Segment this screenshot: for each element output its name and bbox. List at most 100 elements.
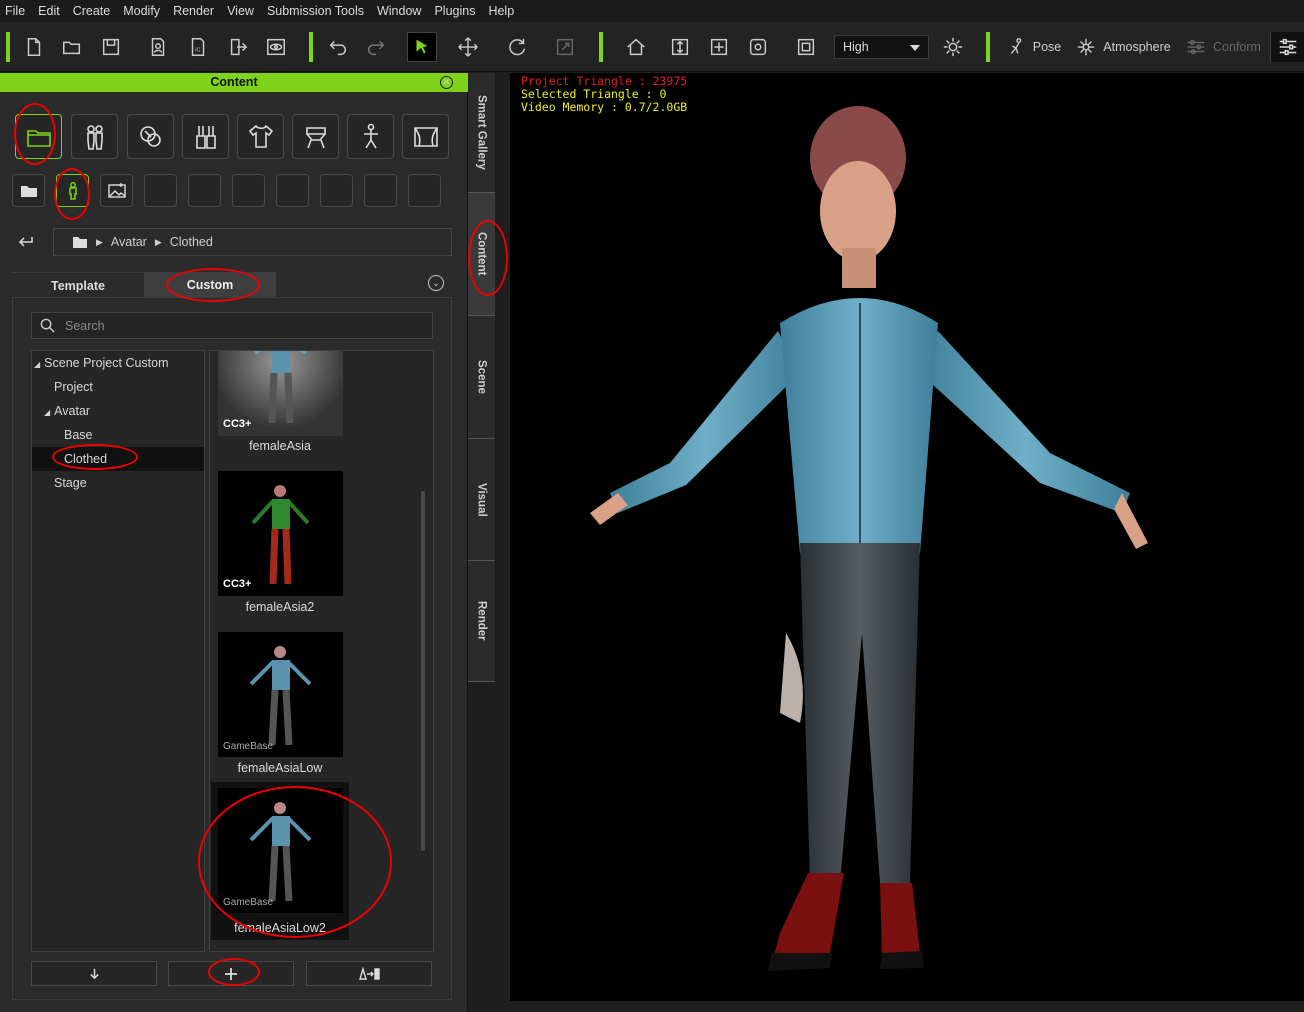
view-mode-icon[interactable] xyxy=(786,32,826,62)
empty-slot-6[interactable] xyxy=(364,174,397,207)
grid-scrollbar[interactable] xyxy=(421,491,425,851)
tab-scene[interactable]: Scene xyxy=(468,316,495,439)
tab-label: Visual xyxy=(475,482,488,517)
move-tool-icon[interactable] xyxy=(450,32,486,62)
folder-icon xyxy=(73,237,87,248)
svg-text:iC: iC xyxy=(195,48,200,54)
scale-tool-icon[interactable] xyxy=(553,32,577,62)
motion-category-icon[interactable] xyxy=(347,114,394,159)
empty-slot-1[interactable] xyxy=(144,174,177,207)
undo-icon[interactable] xyxy=(326,32,350,62)
menu-window[interactable]: Window xyxy=(372,4,429,18)
light-icon[interactable] xyxy=(941,32,965,62)
tree-item-project[interactable]: Project xyxy=(32,375,204,399)
chevron-down-icon[interactable]: ⌄ xyxy=(428,275,444,291)
expand-icon: ◢ xyxy=(34,360,41,369)
export-icon[interactable] xyxy=(226,32,250,62)
breadcrumb-avatar[interactable]: Avatar xyxy=(111,235,147,249)
character-model xyxy=(590,106,1148,971)
quality-dropdown[interactable]: High xyxy=(834,35,929,59)
empty-slot-7[interactable] xyxy=(408,174,441,207)
image-subcategory-icon[interactable] xyxy=(100,174,133,207)
open-folder-icon[interactable] xyxy=(60,32,84,62)
conform-label: Conform xyxy=(1213,40,1261,54)
annotation-circle xyxy=(52,444,138,470)
empty-slot-5[interactable] xyxy=(320,174,353,207)
annotation-circle xyxy=(14,103,56,165)
settings-sliders-icon[interactable] xyxy=(1270,32,1304,62)
pose-button[interactable]: Pose xyxy=(1003,32,1063,62)
3d-viewport[interactable]: Project Triangle : 23975 Selected Triang… xyxy=(510,73,1304,1001)
avatar-category-icon[interactable] xyxy=(71,114,118,159)
annotation-circle xyxy=(468,220,508,296)
folder-tree: ◢ Scene Project Custom Project ◢ Avatar Ba… xyxy=(31,350,205,952)
redo-icon[interactable] xyxy=(364,32,388,62)
tree-item-scene-project-custom[interactable]: ◢ Scene Project Custom xyxy=(32,351,204,375)
scene-category-icon[interactable] xyxy=(402,114,449,159)
export-ic-icon[interactable]: iC xyxy=(186,32,210,62)
orbit-icon[interactable] xyxy=(746,32,770,62)
panel-title: Content xyxy=(0,73,468,92)
export-avatar-icon[interactable] xyxy=(146,32,170,62)
rotate-tool-icon[interactable] xyxy=(500,32,536,62)
empty-slot-3[interactable] xyxy=(232,174,265,207)
home-camera-icon[interactable] xyxy=(616,32,656,62)
atmosphere-button[interactable]: Atmosphere xyxy=(1075,32,1171,62)
menu-help[interactable]: Help xyxy=(483,4,522,18)
search-icon xyxy=(40,318,55,333)
tab-visual[interactable]: Visual xyxy=(468,439,495,561)
item-label: femaleAsia2 xyxy=(245,600,315,614)
back-arrow-icon[interactable] xyxy=(18,233,36,251)
tree-item-stage[interactable]: Stage xyxy=(32,471,204,495)
tab-render[interactable]: Render xyxy=(468,561,495,682)
menu-submission-tools[interactable]: Submission Tools xyxy=(262,4,372,18)
thumb-badge: CC3+ xyxy=(223,578,252,590)
tab-template[interactable]: Template xyxy=(12,272,144,297)
thumbnail-femaleasia[interactable]: CC3+ xyxy=(218,351,343,436)
fit-height-icon[interactable] xyxy=(668,32,692,62)
accessory-category-icon[interactable] xyxy=(182,114,229,159)
menu-create[interactable]: Create xyxy=(68,4,119,18)
material-category-icon[interactable] xyxy=(127,114,174,159)
menu-render[interactable]: Render xyxy=(168,4,222,18)
menu-file[interactable]: File xyxy=(0,4,33,18)
save-icon[interactable] xyxy=(99,32,123,62)
empty-slot-2[interactable] xyxy=(188,174,221,207)
download-button[interactable] xyxy=(31,961,157,986)
new-file-icon[interactable] xyxy=(22,32,46,62)
expand-icon: ◢ xyxy=(44,408,51,417)
fit-all-icon[interactable] xyxy=(707,32,731,62)
pose-label: Pose xyxy=(1032,40,1062,54)
search-input[interactable]: Search xyxy=(31,312,433,339)
annotation-circle xyxy=(208,958,260,986)
annotation-circle xyxy=(198,786,392,938)
menu-view[interactable]: View xyxy=(222,4,262,18)
tree-item-base[interactable]: Base xyxy=(32,423,204,447)
thumb-badge: GameBase xyxy=(223,741,274,752)
select-tool-icon[interactable] xyxy=(407,32,437,62)
thumbnail-femaleasia2[interactable]: CC3+ xyxy=(218,471,343,596)
tab-label: Render xyxy=(475,601,488,641)
breadcrumb-clothed[interactable]: Clothed xyxy=(170,235,213,249)
toolbar-separator xyxy=(986,32,990,62)
thumbnail-femaleasialow[interactable]: GameBase xyxy=(218,632,343,757)
cloth-category-icon[interactable] xyxy=(237,114,284,159)
tab-label: Scene xyxy=(475,360,488,394)
empty-slot-4[interactable] xyxy=(276,174,309,207)
tree-label: Scene Project Custom xyxy=(44,356,169,370)
preview-icon[interactable] xyxy=(264,32,288,62)
folder-subcategory-icon[interactable] xyxy=(12,174,45,207)
menu-bar: File Edit Create Modify Render View Subm… xyxy=(0,0,1304,22)
stage-category-icon[interactable] xyxy=(292,114,339,159)
apply-button[interactable] xyxy=(306,961,432,986)
panel-close-icon[interactable]: ✕ xyxy=(440,76,453,89)
side-tabs: Smart Gallery Content Scene Visual Rende… xyxy=(468,73,495,682)
menu-edit[interactable]: Edit xyxy=(33,4,68,18)
menu-modify[interactable]: Modify xyxy=(118,4,168,18)
tree-label: Avatar xyxy=(54,404,91,418)
menu-plugins[interactable]: Plugins xyxy=(429,4,483,18)
annotation-circle xyxy=(54,168,90,220)
tree-item-avatar[interactable]: ◢ Avatar xyxy=(32,399,204,423)
conform-button[interactable]: Conform xyxy=(1183,32,1263,62)
tab-smart-gallery[interactable]: Smart Gallery xyxy=(468,73,495,193)
